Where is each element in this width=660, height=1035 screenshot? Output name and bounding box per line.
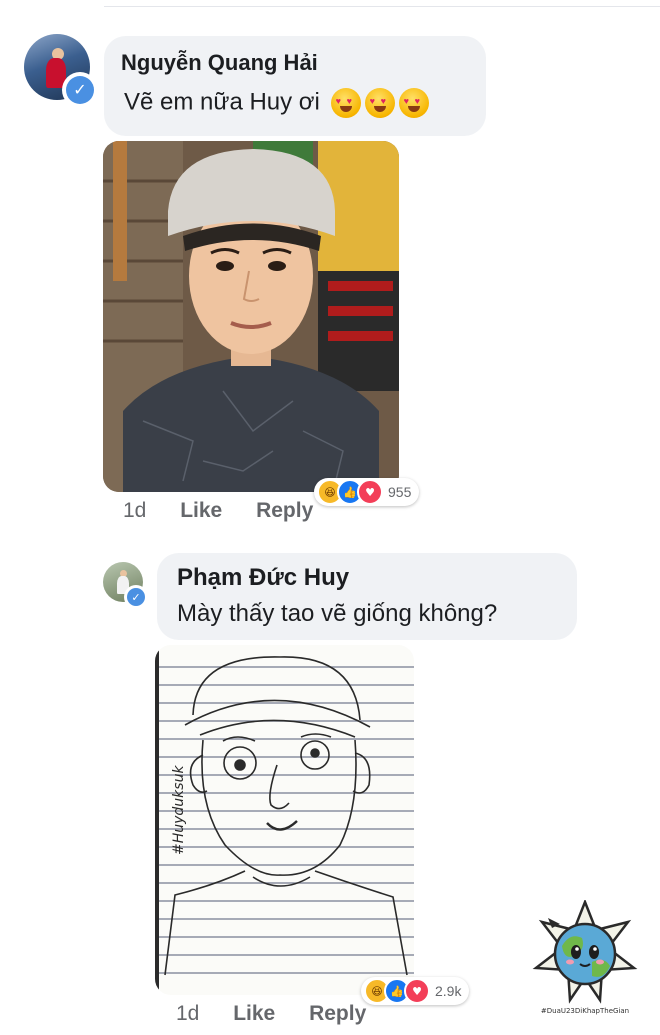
selfie-image xyxy=(103,141,399,492)
reply-button[interactable]: Reply xyxy=(256,499,313,522)
love-reaction-icon: ♥ xyxy=(357,479,383,505)
reaction-summary[interactable]: 😆 👍 ♥ 2.9k xyxy=(361,977,470,1005)
comment-meta: 1d Like Reply xyxy=(176,1002,366,1026)
like-button[interactable]: Like xyxy=(233,1002,275,1025)
like-button[interactable]: Like xyxy=(180,499,222,522)
comment-meta: 1d Like Reply xyxy=(123,499,313,523)
comment-time[interactable]: 1d xyxy=(176,1002,199,1025)
sketch-signature: #Huyduksuk xyxy=(171,765,187,855)
globe-mascot-icon xyxy=(532,898,638,1004)
watermark-text: #DuaU23DiKhapTheGian xyxy=(540,1007,630,1015)
reaction-count: 955 xyxy=(388,484,412,500)
reply-button[interactable]: Reply xyxy=(309,1002,366,1025)
comment-photo[interactable]: #Huyduksuk xyxy=(155,645,414,995)
comment-author[interactable]: Phạm Đức Huy xyxy=(177,564,349,592)
comment-author[interactable]: Nguyễn Quang Hải xyxy=(121,50,318,76)
watermark-logo: #DuaU23DiKhapTheGian xyxy=(530,898,640,1025)
comment-photo[interactable] xyxy=(103,141,399,492)
comment-text: Vẽ em nữa Huy ơi ♥ ♥ ♥ ♥ ♥ ♥ xyxy=(124,88,429,118)
reaction-summary[interactable]: 😆 👍 ♥ 955 xyxy=(314,478,420,506)
sketch-image: #Huyduksuk xyxy=(155,645,414,995)
reaction-count: 2.9k xyxy=(435,983,462,999)
heart-eyes-emoji-icon: ♥ ♥ xyxy=(330,88,361,118)
heart-eyes-emoji-icon: ♥ ♥ xyxy=(398,88,429,118)
comment-time[interactable]: 1d xyxy=(123,499,146,522)
divider xyxy=(104,6,660,7)
comment-text-content: Vẽ em nữa Huy ơi xyxy=(124,88,320,116)
comment-text: Mày thấy tao vẽ giống không? xyxy=(177,600,498,627)
verified-badge-icon: ✓ xyxy=(62,72,98,108)
love-reaction-icon: ♥ xyxy=(404,978,430,1004)
verified-badge-icon: ✓ xyxy=(124,585,148,609)
heart-eyes-emoji-icon: ♥ ♥ xyxy=(364,88,395,118)
